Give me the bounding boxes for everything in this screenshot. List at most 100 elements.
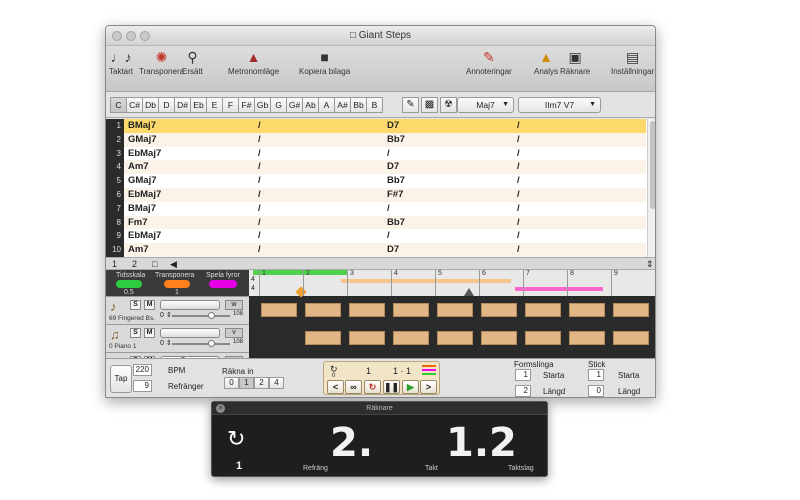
chord-cell[interactable]: / [258,202,261,216]
chord-row[interactable]: 3 EbMaj7 / / / [106,146,646,161]
zoom-window-button[interactable] [140,31,150,41]
chord-cell[interactable]: / [517,174,520,188]
chord-cell[interactable]: / [517,147,520,161]
page-2-tab[interactable]: 2 [132,258,137,270]
playhead-marker[interactable] [295,286,307,298]
count-in-option[interactable]: 1 [239,377,254,389]
pattern-block[interactable] [481,303,517,317]
metronom-button[interactable]: ▲ Metronomläge [228,49,279,76]
chord-cell[interactable]: F#7 [387,188,403,202]
chord-cell[interactable]: / [517,119,520,133]
pattern-block[interactable] [569,331,605,345]
chord-cell[interactable]: Am7 [128,243,149,257]
annoteringar-button[interactable]: ✎ Annoteringar [466,49,512,76]
chord-row[interactable]: 1 BMaj7 / D7 / [106,119,646,133]
chord-cell[interactable]: / [517,243,520,257]
chord-cell[interactable]: D7 [387,119,399,133]
chord-cell[interactable]: / [517,229,520,243]
chord-cell[interactable]: Fm7 [128,216,148,230]
stick-start-field[interactable]: 1 [588,369,604,381]
pause-button[interactable]: ❚❚ [383,380,400,394]
slider-knob[interactable] [208,312,215,319]
infinite-loop-button[interactable]: ∞ [345,380,362,394]
pattern-block[interactable] [305,303,341,317]
chord-cell[interactable]: EbMaj7 [128,188,161,202]
kopiera-bilaga-button[interactable]: ■ Kopiera bilaga [299,49,350,76]
chord-cell[interactable]: / [387,147,390,161]
key-button[interactable]: Bb [350,97,367,113]
chord-cell[interactable]: / [517,216,520,230]
scroll-arrows-icon[interactable]: ⇕ [646,258,654,270]
speaker-icon[interactable]: ◀ [170,258,177,270]
minimize-window-button[interactable] [126,31,136,41]
track-tag-button[interactable]: w [225,300,243,310]
chord-cell[interactable]: Bb7 [387,133,405,147]
bpm-field[interactable]: 220 [133,364,152,376]
chord-cell[interactable]: / [258,160,261,174]
chord-row[interactable]: 10 Am7 / D7 / [106,243,646,257]
pattern-block[interactable] [437,331,473,345]
page-1-tab[interactable]: 1 [112,258,117,270]
pattern-block[interactable] [349,331,385,345]
key-button[interactable]: Db [142,97,159,113]
track-preset-popup[interactable] [160,300,220,310]
chord-cell[interactable]: / [258,133,261,147]
chord-row[interactable]: 4 Am7 / D7 / [106,160,646,175]
chord-cell[interactable]: / [258,174,261,188]
key-button[interactable]: A [318,97,335,113]
key-button[interactable]: Eb [190,97,207,113]
chord-cell[interactable]: D7 [387,160,399,174]
pattern-block[interactable] [393,331,429,345]
pattern-block[interactable] [437,303,473,317]
chord-cell[interactable]: / [258,147,261,161]
chord-cell[interactable]: EbMaj7 [128,147,161,161]
vertical-scrollbar[interactable] [647,119,655,257]
chord-cell[interactable]: D7 [387,243,399,257]
pattern-block[interactable] [525,331,561,345]
key-button[interactable]: A# [334,97,351,113]
chord-cell[interactable]: GMaj7 [128,133,157,147]
tidsskala-slider[interactable] [116,280,142,288]
track-preset-popup[interactable] [160,328,220,338]
key-button[interactable]: Ab [302,97,319,113]
chord-cell[interactable]: / [517,133,520,147]
pattern-block[interactable] [481,331,517,345]
track-stepper[interactable]: 0 ⇕ [160,339,172,347]
loop-range-bar[interactable] [253,270,348,275]
chord-cell[interactable]: EbMaj7 [128,229,161,243]
count-in-option[interactable]: 0 [224,377,239,389]
slider-knob[interactable] [208,340,215,347]
track-tag-button[interactable]: v [225,328,243,338]
transponera-slider[interactable] [164,280,190,288]
chord-cell[interactable]: / [517,160,520,174]
timeline-ruler[interactable]: 4 4 123456789 [249,270,655,298]
key-button[interactable]: F [222,97,239,113]
chord-row[interactable]: 5 GMaj7 / Bb7 / [106,174,646,188]
count-in-option[interactable]: 4 [269,377,284,389]
pattern-block[interactable] [525,303,561,317]
installningar-button[interactable]: ▤ Inställningar [611,49,654,76]
chord-type-popup[interactable]: Maj7 ▼ [457,97,514,113]
key-button[interactable]: F# [238,97,255,113]
scroll-thumb[interactable] [650,121,655,209]
key-button[interactable]: E [206,97,223,113]
chord-row[interactable]: 2 GMaj7 / Bb7 / [106,132,646,147]
page-icon[interactable]: □ [152,258,157,270]
analys-button[interactable]: ▲ Analys [534,49,558,76]
pattern-block[interactable] [613,331,649,345]
key-button[interactable]: D [158,97,175,113]
chord-cell[interactable]: / [387,202,390,216]
trash-icon[interactable]: ☢ [440,97,457,113]
stick-length-field[interactable]: 0 [588,385,604,397]
chord-cell[interactable]: BMaj7 [128,202,156,216]
position-marker[interactable] [464,288,474,296]
key-button[interactable]: D# [174,97,191,113]
chord-cell[interactable]: Am7 [128,160,149,174]
chord-cell[interactable]: / [258,188,261,202]
spela-fyror-toggle[interactable] [209,280,237,288]
close-window-button[interactable] [112,31,122,41]
raknare-button[interactable]: ▣ Räknare [560,49,590,76]
volume-slider[interactable] [172,312,230,319]
pattern-block[interactable] [393,303,429,317]
repeat-button[interactable]: ↻ [364,380,381,394]
